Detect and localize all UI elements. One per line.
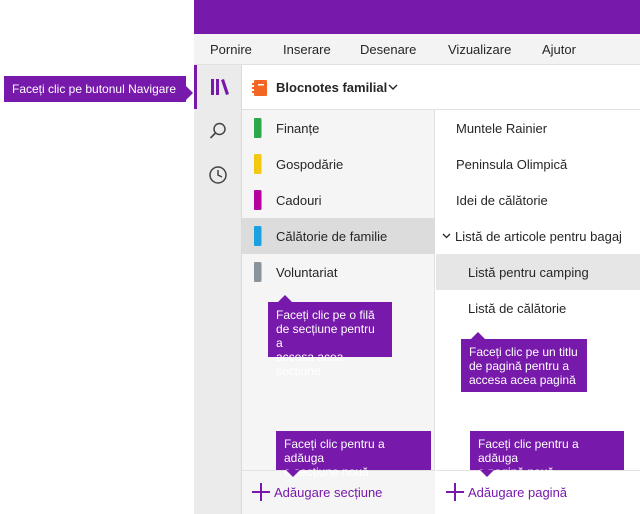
callout-add-page: Faceți clic pentru a adăuga o pagină nou…: [470, 431, 624, 479]
callout-text: Faceți clic pe un titlu: [469, 345, 578, 359]
recent-notes-button[interactable]: [194, 153, 242, 197]
page-item[interactable]: Muntele Rainier: [436, 110, 640, 146]
callout-text: Faceți clic pentru a adăuga: [478, 437, 579, 465]
page-item[interactable]: Peninsula Olimpică: [436, 146, 640, 182]
subpage-item[interactable]: Listă de călătorie: [436, 290, 640, 326]
callout-page-title: Faceți clic pe un titlu de pagină pentru…: [461, 332, 587, 392]
callout-add-section: Faceți clic pentru a adăuga o secțiune n…: [276, 431, 431, 479]
add-section-label: Adăugare secțiune: [274, 485, 383, 500]
section-tab-volunteer[interactable]: Voluntariat: [242, 254, 435, 290]
chevron-down-icon: [388, 84, 398, 90]
page-title: Idei de călătorie: [456, 193, 548, 208]
navigation-button[interactable]: [194, 65, 242, 109]
section-label: Finanțe: [276, 121, 320, 136]
notebook-switcher[interactable]: Blocnotes familial: [242, 65, 640, 110]
recent-icon: [209, 166, 227, 184]
page-item-group[interactable]: Listă de articole pentru bagaj: [436, 218, 640, 254]
plus-icon: [446, 483, 464, 501]
callout-text: o secțiune nouă: [284, 465, 369, 479]
section-label: Gospodărie: [276, 157, 344, 172]
callout-text: de pagină pentru a: [469, 359, 570, 373]
section-label: Cadouri: [276, 193, 322, 208]
section-color-tab-icon: [254, 262, 262, 282]
callout-text: Faceți clic pentru a adăuga: [284, 437, 385, 465]
ribbon-tabs: Pornire Inserare Desenare Vizualizare Aj…: [194, 34, 640, 65]
plus-icon: [252, 483, 270, 501]
page-item-selected[interactable]: Listă pentru camping: [436, 254, 640, 290]
section-color-tab-icon: [254, 190, 262, 210]
page-title: Peninsula Olimpică: [456, 157, 568, 172]
page-title: Listă de călătorie: [468, 301, 567, 316]
callout-text: accesa acea pagină: [469, 373, 576, 387]
tab-insert[interactable]: Inserare: [283, 42, 331, 57]
chevron-down-icon[interactable]: [442, 233, 451, 239]
tab-help[interactable]: Ajutor: [542, 42, 576, 57]
search-button[interactable]: [194, 109, 242, 153]
section-label: Voluntariat: [276, 265, 338, 280]
callout-text: de secțiune pentru a: [276, 322, 375, 350]
callout-navigation: Faceți clic pe butonul Navigare: [4, 76, 193, 102]
section-tab-gifts[interactable]: Cadouri: [242, 182, 435, 218]
section-tab-household[interactable]: Gospodărie: [242, 146, 435, 182]
section-tab-family-travel[interactable]: Călătorie de familie: [242, 218, 435, 254]
section-label: Călătorie de familie: [276, 229, 388, 244]
tab-draw[interactable]: Desenare: [360, 42, 416, 57]
callout-text: accesa acea secțiune: [276, 350, 344, 378]
section-color-tab-icon: [254, 118, 262, 138]
page-title: Muntele Rainier: [456, 121, 548, 136]
add-page-label: Adăugare pagină: [468, 485, 568, 500]
page-item[interactable]: Idei de călătorie: [436, 182, 640, 218]
search-icon: [209, 122, 226, 139]
page-title: Listă pentru camping: [468, 265, 589, 280]
section-color-tab-icon: [254, 154, 262, 174]
page-title: Listă de articole pentru bagaj: [455, 229, 622, 244]
navigation-rail: [194, 65, 242, 514]
section-color-tab-icon: [254, 226, 262, 246]
callout-text: Faceți clic pe o filă: [276, 308, 375, 322]
section-tab-finance[interactable]: Finanțe: [242, 110, 435, 146]
callout-text: Faceți clic pe butonul Navigare: [12, 82, 177, 96]
callout-text: o pagină nouă: [478, 465, 555, 479]
notebook-title: Blocnotes familial: [276, 80, 388, 95]
notebooks-icon: [210, 79, 229, 95]
app-title-bar: [194, 0, 640, 34]
tab-home[interactable]: Pornire: [210, 42, 252, 57]
notebook-icon: [252, 80, 267, 96]
callout-section-tab: Faceți clic pe o filă de secțiune pentru…: [268, 295, 392, 378]
tab-view[interactable]: Vizualizare: [448, 42, 511, 57]
